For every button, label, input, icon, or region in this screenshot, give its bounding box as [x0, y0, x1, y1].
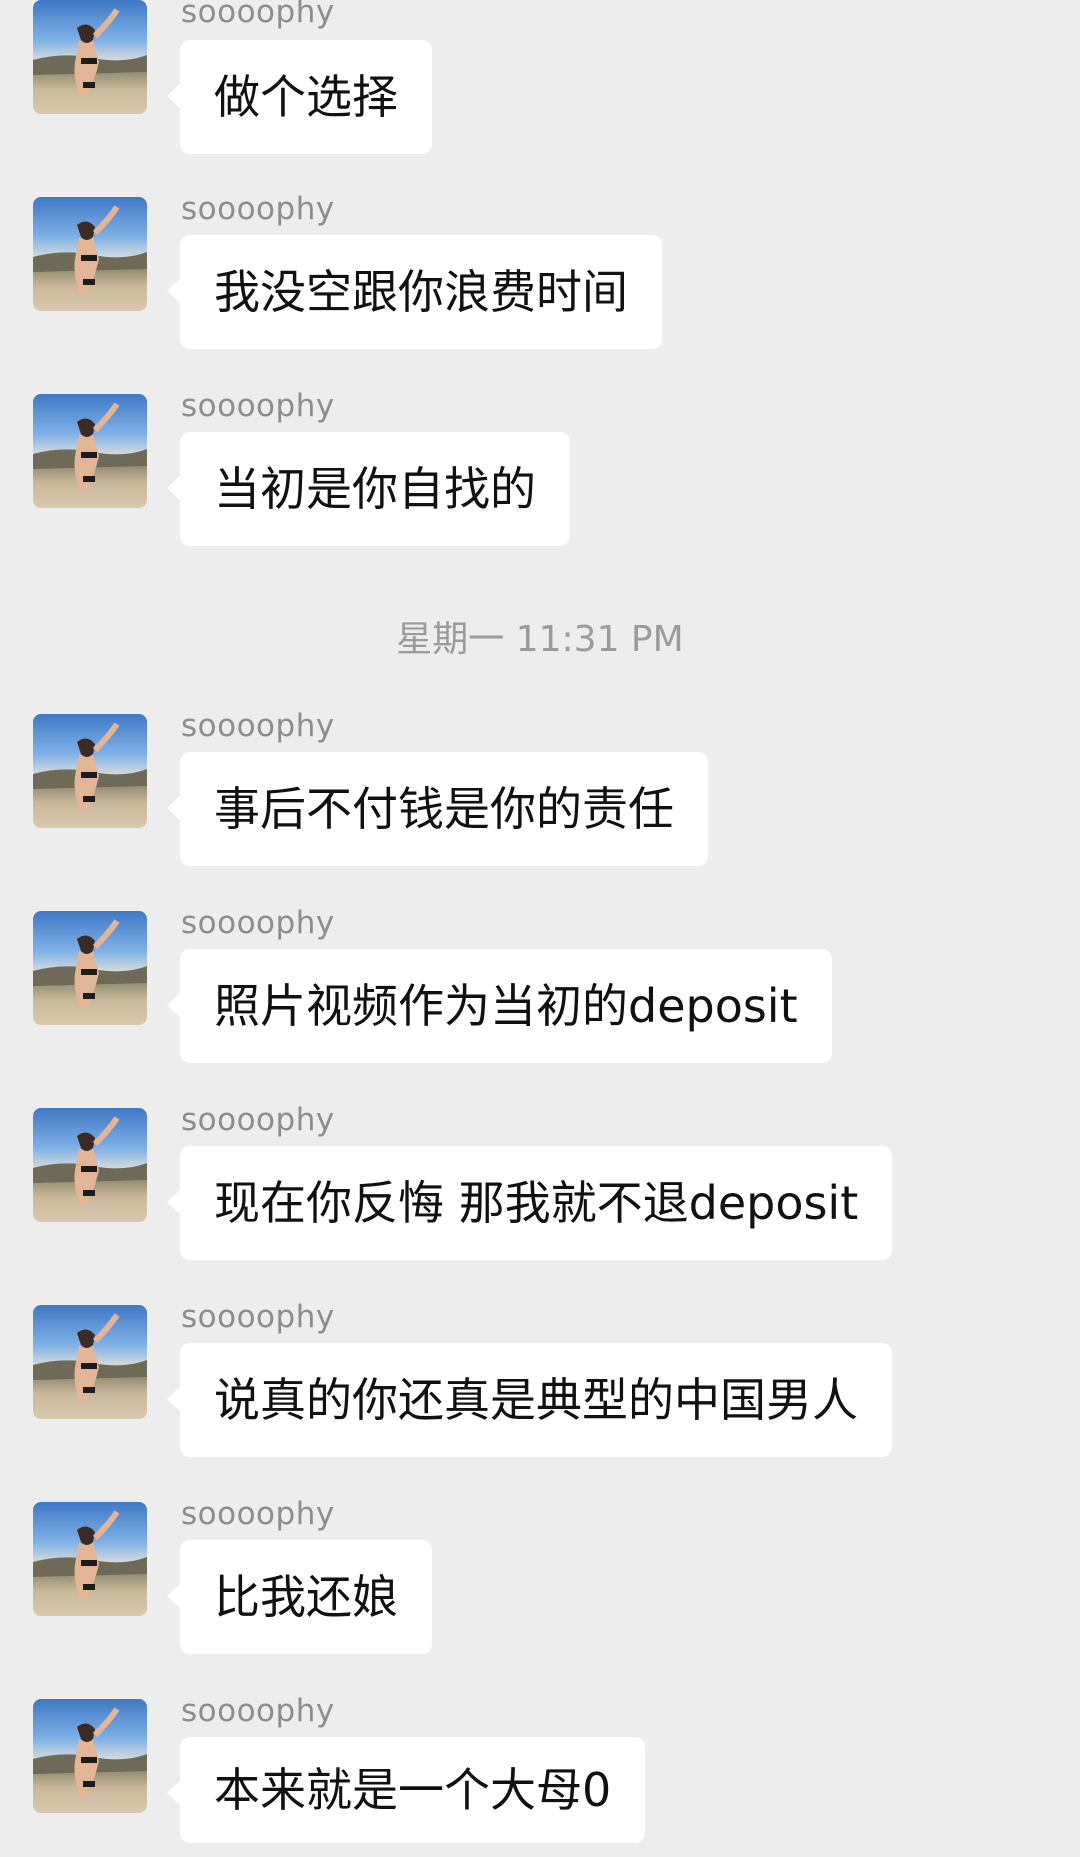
sender-name: soooophy	[181, 708, 335, 744]
sender-name: soooophy	[181, 1102, 335, 1138]
sender-name: soooophy	[181, 1496, 335, 1532]
message-bubble[interactable]: 比我还娘	[167, 1540, 432, 1654]
avatar-photo-icon	[33, 402, 147, 490]
avatar-photo-icon	[33, 8, 147, 96]
sender-name: soooophy	[181, 1299, 335, 1335]
avatar-photo-icon	[33, 1510, 147, 1598]
message-bubble[interactable]: 照片视频作为当初的deposit	[167, 949, 832, 1063]
avatar[interactable]	[33, 197, 147, 311]
avatar[interactable]	[33, 1502, 147, 1616]
avatar-photo-icon	[33, 1116, 147, 1204]
sender-name: soooophy	[181, 905, 335, 941]
message-bubble[interactable]: 事后不付钱是你的责任	[167, 752, 708, 866]
avatar-photo-icon	[33, 1313, 147, 1401]
avatar[interactable]	[33, 714, 147, 828]
message-bubble[interactable]: 我没空跟你浪费时间	[167, 235, 662, 349]
sender-name: soooophy	[181, 191, 335, 227]
sender-name: soooophy	[181, 388, 335, 424]
avatar-photo-icon	[33, 722, 147, 810]
timestamp-divider: 星期一 11:31 PM	[396, 619, 684, 660]
sender-name: soooophy	[181, 0, 335, 30]
message-bubble[interactable]: 说真的你还真是典型的中国男人	[167, 1343, 892, 1457]
message-bubble[interactable]: 本来就是一个大母0	[166, 1737, 646, 1843]
message-bubble[interactable]: 现在你反悔 那我就不退deposit	[166, 1146, 893, 1260]
avatar[interactable]	[33, 394, 147, 508]
sender-name: soooophy	[181, 1693, 335, 1729]
message-bubble[interactable]: 做个选择	[167, 40, 432, 154]
avatar[interactable]	[33, 1305, 147, 1419]
chat-message-list[interactable]: soooophy 做个选择 soooophy 我没空跟你浪费时间 sooooph…	[0, 0, 1080, 1857]
avatar[interactable]	[33, 0, 147, 114]
avatar[interactable]	[33, 1699, 147, 1813]
avatar[interactable]	[33, 911, 147, 1025]
avatar-photo-icon	[33, 919, 147, 1007]
message-bubble[interactable]: 当初是你自找的	[167, 432, 570, 546]
avatar-photo-icon	[33, 205, 147, 293]
avatar-photo-icon	[33, 1707, 147, 1795]
avatar[interactable]	[33, 1108, 147, 1222]
